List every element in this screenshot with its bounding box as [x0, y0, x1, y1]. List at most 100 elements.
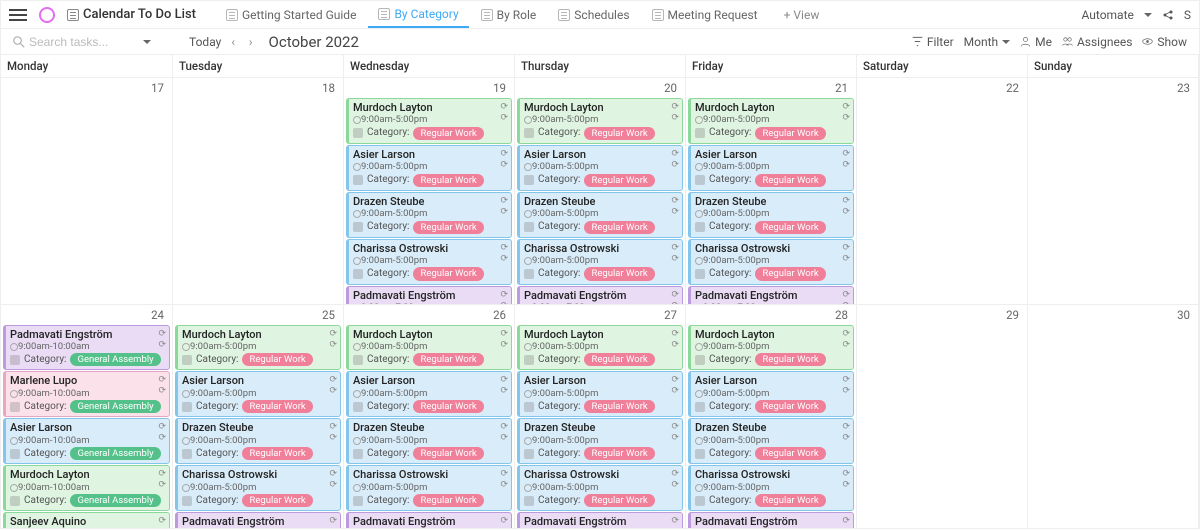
menu-icon[interactable]	[9, 6, 27, 24]
event-time: 9:00am-10:00am	[18, 388, 165, 399]
event-title: Asier Larson	[524, 148, 678, 161]
event-title: Padmavati Engström	[695, 515, 849, 528]
category-pill: Regular Work	[755, 174, 825, 187]
next-month-button[interactable]: ›	[245, 35, 257, 49]
calendar-event[interactable]: ⟳⟳Padmavati Engström9:00am-10:00amCatego…	[3, 325, 170, 371]
calendar-event[interactable]: ⟳⟳Murdoch Layton9:00am-5:00pmCategory:Re…	[346, 325, 512, 371]
day-cell[interactable]: 19⟳⟳Murdoch Layton9:00am-5:00pmCategory:…	[344, 78, 515, 305]
tab-getting-started-guide[interactable]: Getting Started Guide	[216, 3, 366, 27]
tab-by-category[interactable]: By Category	[368, 2, 468, 28]
tab-by-role[interactable]: By Role	[471, 3, 547, 27]
calendar-event[interactable]: ⟳⟳Drazen Steube9:00am-5:00pmCategory:Reg…	[517, 192, 683, 238]
calendar-event[interactable]: ⟳⟳Charissa Ostrowski9:00am-5:00pmCategor…	[688, 465, 854, 511]
day-cell[interactable]: 30	[1028, 305, 1199, 529]
day-cell[interactable]: 22	[857, 78, 1028, 305]
assignees-button[interactable]: Assignees	[1062, 35, 1132, 49]
event-time: 9:00am-10:00am	[18, 341, 165, 352]
calendar-event[interactable]: ⟳⟳Murdoch Layton9:00am-5:00pmCategory:Re…	[517, 98, 683, 144]
calendar-event[interactable]: ⟳⟳Drazen Steube9:00am-5:00pmCategory:Reg…	[346, 418, 512, 464]
calendar-event[interactable]: ⟳⟳Murdoch Layton9:00am-10:00amCategory:G…	[3, 465, 170, 511]
calendar-event[interactable]: ⟳⟳Asier Larson9:00am-5:00pmCategory:Regu…	[175, 371, 341, 417]
add-view-button[interactable]: + View	[774, 4, 830, 26]
calendar-event[interactable]: ⟳⟳Marlene Lupo9:00am-10:00amCategory:Gen…	[3, 371, 170, 417]
calendar-event[interactable]: ⟳⟳Padmavati Engström9:00am-7:00pmCategor…	[517, 286, 683, 305]
calendar-event[interactable]: ⟳⟳Drazen Steube9:00am-5:00pmCategory:Reg…	[517, 418, 683, 464]
day-cell[interactable]: 21⟳⟳Murdoch Layton9:00am-5:00pmCategory:…	[686, 78, 857, 305]
calendar-event[interactable]: ⟳⟳Charissa Ostrowski9:00am-5:00pmCategor…	[517, 239, 683, 285]
filter-button[interactable]: Filter	[912, 35, 954, 49]
chevron-down-icon[interactable]	[143, 40, 151, 48]
calendar-event[interactable]: ⟳⟳Asier Larson9:00am-10:00amCategory:Gen…	[3, 418, 170, 464]
category-icon	[695, 269, 705, 279]
calendar-event[interactable]: ⟳⟳Padmavati Engström9:00am-7:00pmCategor…	[688, 286, 854, 305]
user-icon	[1020, 36, 1031, 47]
calendar-event[interactable]: ⟳⟳Drazen Steube9:00am-5:00pmCategory:Reg…	[346, 192, 512, 238]
prev-month-button[interactable]: ‹	[227, 35, 239, 49]
recurrence-icon: ⟳	[158, 469, 166, 480]
category-pill: Regular Work	[755, 267, 825, 280]
calendar-event[interactable]: ⟳⟳Charissa Ostrowski9:00am-5:00pmCategor…	[175, 465, 341, 511]
calendar-event[interactable]: ⟳⟳Asier Larson9:00am-5:00pmCategory:Regu…	[688, 371, 854, 417]
category-icon	[695, 222, 705, 232]
tab-schedules[interactable]: Schedules	[548, 3, 639, 27]
calendar-event[interactable]: ⟳⟳Padmavati Engström9:00am-7:00pmCategor…	[346, 286, 512, 305]
calendar-event[interactable]: ⟳⟳Murdoch Layton9:00am-5:00pmCategory:Re…	[517, 325, 683, 371]
calendar-event[interactable]: ⟳⟳Asier Larson9:00am-5:00pmCategory:Regu…	[517, 371, 683, 417]
day-cell[interactable]: 28⟳⟳Murdoch Layton9:00am-5:00pmCategory:…	[686, 305, 857, 529]
doc-icon	[67, 9, 79, 21]
calendar-event[interactable]: ⟳⟳Murdoch Layton9:00am-5:00pmCategory:Re…	[175, 325, 341, 371]
category-pill: Regular Work	[242, 353, 312, 366]
day-cell[interactable]: 23	[1028, 78, 1199, 305]
calendar-event[interactable]: ⟳⟳Murdoch Layton9:00am-5:00pmCategory:Re…	[688, 98, 854, 144]
doc-icon	[652, 9, 664, 21]
calendar-event[interactable]: ⟳⟳Padmavati Engström9:00am-7:00pmCategor…	[346, 512, 512, 529]
calendar-event[interactable]: ⟳⟳Padmavati Engström9:00am-7:00pmCategor…	[688, 512, 854, 529]
calendar-event[interactable]: ⟳⟳Asier Larson9:00am-5:00pmCategory:Regu…	[346, 145, 512, 191]
day-cell[interactable]: 20⟳⟳Murdoch Layton9:00am-5:00pmCategory:…	[515, 78, 686, 305]
calendar-event[interactable]: ⟳⟳Asier Larson9:00am-5:00pmCategory:Regu…	[688, 145, 854, 191]
category-icon	[353, 355, 363, 365]
calendar-event[interactable]: ⟳⟳Drazen Steube9:00am-5:00pmCategory:Reg…	[688, 418, 854, 464]
automate-button[interactable]: Automate	[1078, 8, 1134, 22]
show-button[interactable]: Show	[1142, 35, 1187, 49]
calendar-event[interactable]: ⟳⟳Drazen Steube9:00am-5:00pmCategory:Reg…	[688, 192, 854, 238]
tab-meeting-request[interactable]: Meeting Request	[642, 3, 768, 27]
event-time: 9:00am-5:00pm	[703, 482, 849, 493]
month-selector[interactable]: Month	[964, 35, 1010, 49]
calendar-event[interactable]: ⟳⟳Asier Larson9:00am-5:00pmCategory:Regu…	[517, 145, 683, 191]
day-number: 25	[173, 305, 343, 325]
calendar-event[interactable]: ⟳⟳Murdoch Layton9:00am-5:00pmCategory:Re…	[688, 325, 854, 371]
day-cell[interactable]: 17	[1, 78, 173, 305]
day-cell[interactable]: 24⟳⟳Padmavati Engström9:00am-10:00amCate…	[1, 305, 173, 529]
event-title: Asier Larson	[353, 148, 507, 161]
calendar-event[interactable]: ⟳⟳Asier Larson9:00am-5:00pmCategory:Regu…	[346, 371, 512, 417]
calendar-event[interactable]: ⟳⟳Drazen Steube9:00am-5:00pmCategory:Reg…	[175, 418, 341, 464]
calendar-event[interactable]: ⟳⟳Charissa Ostrowski9:00am-5:00pmCategor…	[517, 465, 683, 511]
search-input[interactable]	[29, 35, 139, 49]
day-number: 17	[1, 78, 172, 98]
share-icon[interactable]	[1162, 9, 1174, 21]
calendar-event[interactable]: ⟳⟳Murdoch Layton9:00am-5:00pmCategory:Re…	[346, 98, 512, 144]
day-cell[interactable]: 27⟳⟳Murdoch Layton9:00am-5:00pmCategory:…	[515, 305, 686, 529]
today-button[interactable]: Today	[189, 35, 221, 49]
share-button[interactable]: S	[1184, 8, 1191, 22]
chevron-down-icon[interactable]	[1144, 13, 1152, 21]
doc-icon	[481, 9, 493, 21]
calendar-event[interactable]: ⟳⟳Sanjeev Aquino9:00am-10:00amCategory:G…	[3, 512, 170, 529]
day-cell[interactable]: 18	[173, 78, 344, 305]
month-title: October 2022	[269, 33, 359, 51]
tab-label: By Role	[497, 8, 537, 22]
recurrence-icon: ⟳	[329, 516, 337, 527]
me-button[interactable]: Me	[1020, 35, 1052, 49]
calendar-event[interactable]: ⟳⟳Charissa Ostrowski9:00am-5:00pmCategor…	[346, 465, 512, 511]
calendar-event[interactable]: ⟳⟳Charissa Ostrowski9:00am-5:00pmCategor…	[346, 239, 512, 285]
category-label: Category:	[196, 448, 238, 460]
event-time: 9:00am-5:00pm	[361, 435, 507, 446]
calendar-event[interactable]: ⟳⟳Charissa Ostrowski9:00am-5:00pmCategor…	[688, 239, 854, 285]
day-cell[interactable]: 29	[857, 305, 1028, 529]
calendar-event[interactable]: ⟳⟳Padmavati Engström9:00am-7:00pmCategor…	[175, 512, 341, 529]
day-cell[interactable]: 26⟳⟳Murdoch Layton9:00am-5:00pmCategory:…	[344, 305, 515, 529]
calendar-event[interactable]: ⟳⟳Padmavati Engström9:00am-7:00pmCategor…	[517, 512, 683, 529]
day-cell[interactable]: 25⟳⟳Murdoch Layton9:00am-5:00pmCategory:…	[173, 305, 344, 529]
recurrence-icon: ⟳	[842, 149, 850, 160]
